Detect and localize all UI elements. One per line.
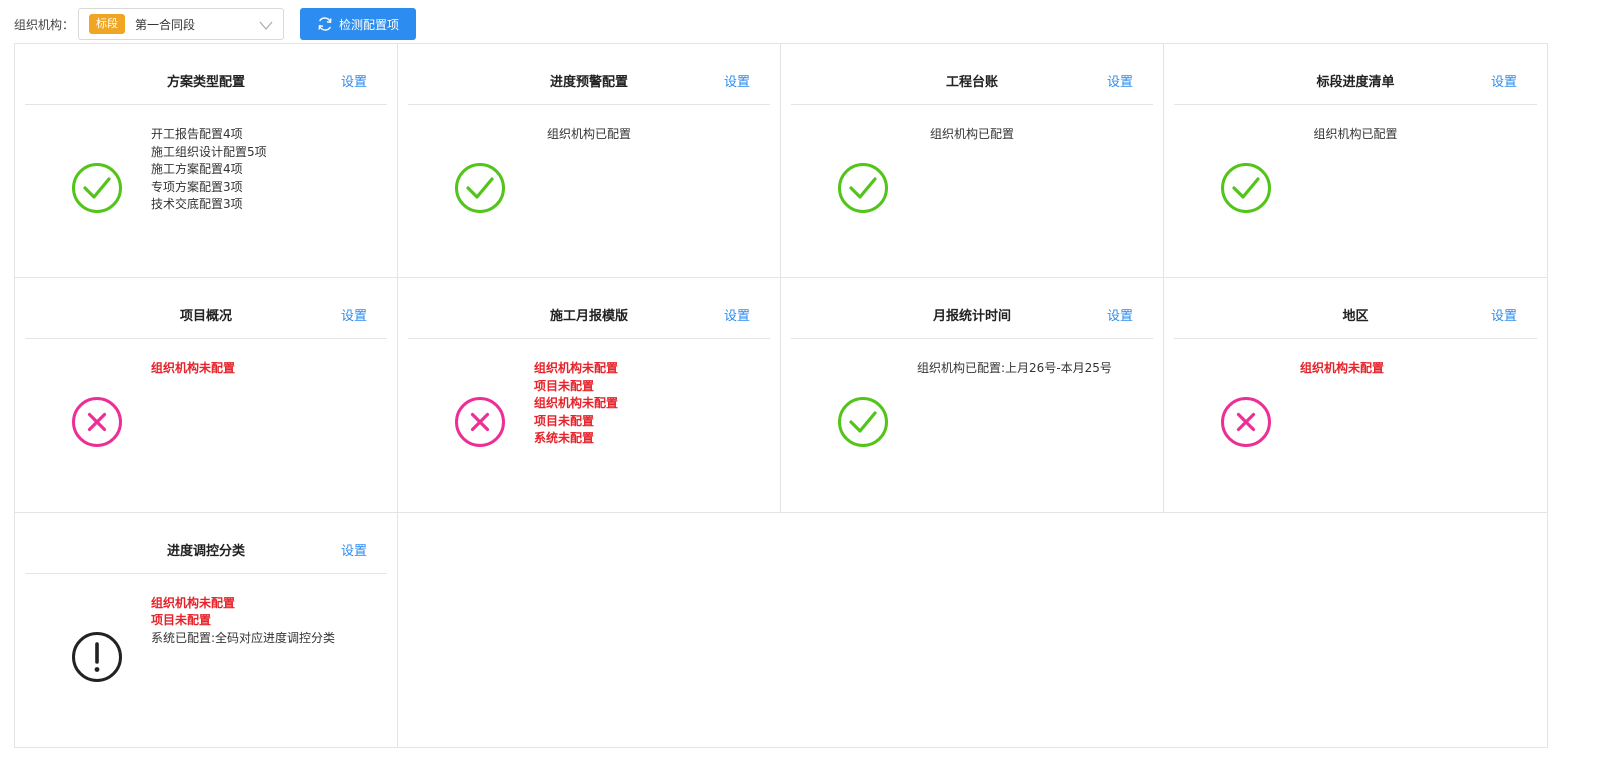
status-line: 项目未配置 bbox=[534, 378, 595, 393]
card-title: 工程台账 bbox=[945, 75, 998, 90]
status-line: 组织机构已配置 bbox=[546, 127, 631, 141]
settings-link[interactable]: 设置 bbox=[724, 71, 750, 90]
card-title: 标段进度清单 bbox=[1316, 75, 1395, 90]
status-line: 组织机构未配置 bbox=[534, 396, 619, 411]
card-header: 进度调控分类 设置 bbox=[25, 513, 387, 574]
card-title: 方案类型配置 bbox=[166, 75, 245, 90]
check-circle-icon bbox=[837, 162, 889, 214]
status-line: 施工方案配置4项 bbox=[151, 162, 243, 176]
status-lines: 组织机构已配置 bbox=[881, 126, 1063, 144]
status-line: 专项方案配置3项 bbox=[151, 179, 243, 194]
card-header: 进度预警配置 设置 bbox=[408, 44, 770, 105]
status-line: 组织机构未配置 bbox=[151, 595, 236, 610]
card-header: 方案类型配置 设置 bbox=[25, 44, 387, 105]
toolbar: 组织机构： 标段 第一合同段 检测配置项 bbox=[14, 8, 417, 40]
card-title: 进度预警配置 bbox=[549, 75, 628, 90]
status-lines: 组织机构已配置:上月26号-本月25号 bbox=[917, 360, 1153, 378]
settings-link[interactable]: 设置 bbox=[1491, 71, 1517, 90]
settings-link[interactable]: 设置 bbox=[341, 540, 367, 559]
status-line: 系统已配置:全码对应进度调控分类 bbox=[151, 630, 336, 645]
card-header: 项目概况 设置 bbox=[25, 278, 387, 340]
card-header: 工程台账 设置 bbox=[791, 44, 1153, 105]
status-line: 组织机构已配置 bbox=[929, 127, 1014, 141]
card-header: 标段进度清单 设置 bbox=[1174, 44, 1537, 105]
status-lines: 组织机构未配置 项目未配置系统已配置:全码对应进度调控分类 bbox=[151, 595, 387, 648]
card-title: 施工月报模版 bbox=[549, 309, 628, 325]
config-card: 项目概况 设置 组织机构未配置 bbox=[15, 278, 398, 513]
status-line: 组织机构未配置 bbox=[151, 361, 236, 376]
org-select-value: 第一合同段 bbox=[135, 17, 196, 32]
check-config-label: 检测配置项 bbox=[339, 17, 400, 32]
status-line: 系统未配置 bbox=[534, 431, 595, 446]
org-select[interactable]: 标段 第一合同段 bbox=[78, 8, 285, 40]
org-label: 组织机构： bbox=[14, 17, 75, 32]
check-circle-icon bbox=[454, 162, 506, 214]
config-grid: 方案类型配置 设置 开工报告配置4项施工组织设计配置5项 施工方案配置4项 专项方案… bbox=[14, 43, 1548, 748]
status-line: 项目未配置 bbox=[534, 413, 595, 428]
status-lines: 组织机构已配置 bbox=[498, 126, 680, 144]
chevron-down-icon bbox=[259, 21, 273, 30]
check-config-button[interactable]: 检测配置项 bbox=[300, 8, 417, 40]
config-card: 工程台账 设置 组织机构已配置 bbox=[781, 44, 1164, 279]
status-line: 组织机构已配置 bbox=[1313, 127, 1398, 141]
card-header: 施工月报模版 设置 bbox=[408, 278, 770, 340]
section-tag: 标段 bbox=[89, 14, 126, 34]
check-circle-icon bbox=[837, 396, 889, 448]
status-lines: 组织机构未配置 bbox=[1300, 360, 1537, 378]
close-circle-icon bbox=[454, 396, 506, 448]
settings-link[interactable]: 设置 bbox=[341, 305, 367, 324]
status-line: 项目未配置 bbox=[151, 613, 212, 628]
settings-link[interactable]: 设置 bbox=[341, 71, 367, 90]
close-circle-icon bbox=[71, 396, 123, 448]
settings-link[interactable]: 设置 bbox=[1107, 305, 1133, 324]
card-title: 地区 bbox=[1342, 309, 1369, 325]
card-title: 月报统计时间 bbox=[932, 309, 1011, 325]
card-title: 项目概况 bbox=[179, 309, 232, 325]
close-circle-icon bbox=[1220, 396, 1272, 448]
status-line: 组织机构未配置 bbox=[534, 361, 619, 376]
status-line: 开工报告配置4项 bbox=[151, 127, 243, 141]
status-lines: 组织机构已配置 bbox=[1264, 126, 1447, 144]
refresh-icon bbox=[318, 17, 332, 31]
status-line: 组织机构未配置 bbox=[1300, 361, 1385, 376]
status-line: 组织机构已配置:上月26号-本月25号 bbox=[917, 361, 1112, 376]
config-card: 方案类型配置 设置 开工报告配置4项施工组织设计配置5项 施工方案配置4项 专项方案… bbox=[15, 44, 398, 279]
status-lines: 组织机构未配置 bbox=[151, 360, 387, 378]
config-card: 地区 设置 组织机构未配置 bbox=[1164, 278, 1547, 513]
card-header: 地区 设置 bbox=[1174, 278, 1537, 340]
status-lines: 组织机构未配置 项目未配置 组织机构未配置 项目未配置 系统未配置 bbox=[534, 360, 770, 448]
exclamation-circle-icon bbox=[71, 631, 123, 683]
config-card: 标段进度清单 设置 组织机构已配置 bbox=[1164, 44, 1547, 279]
card-title: 进度调控分类 bbox=[166, 543, 245, 559]
status-line: 技术交底配置3项 bbox=[151, 197, 243, 211]
settings-link[interactable]: 设置 bbox=[1491, 305, 1517, 324]
settings-link[interactable]: 设置 bbox=[1107, 71, 1133, 90]
check-circle-icon bbox=[71, 162, 123, 214]
status-lines: 开工报告配置4项施工组织设计配置5项 施工方案配置4项 专项方案配置3项 技术交底配置… bbox=[151, 126, 387, 214]
config-card: 月报统计时间 设置 组织机构已配置:上月26号-本月25号 bbox=[781, 278, 1164, 513]
settings-link[interactable]: 设置 bbox=[724, 305, 750, 324]
check-circle-icon bbox=[1220, 162, 1272, 214]
status-line: 施工组织设计配置5项 bbox=[151, 144, 267, 159]
card-header: 月报统计时间 设置 bbox=[791, 278, 1153, 340]
config-card: 施工月报模版 设置 组织机构未配置 项目未配置 组织机构未配置 项目未配置 系统未配置 bbox=[398, 278, 781, 513]
config-card: 进度预警配置 设置 组织机构已配置 bbox=[398, 44, 781, 279]
config-card: 进度调控分类 设置 组织机构未配置 项目未配置系统已配置:全码对应进度调控分类 bbox=[15, 512, 398, 747]
empty-area bbox=[398, 513, 1547, 747]
